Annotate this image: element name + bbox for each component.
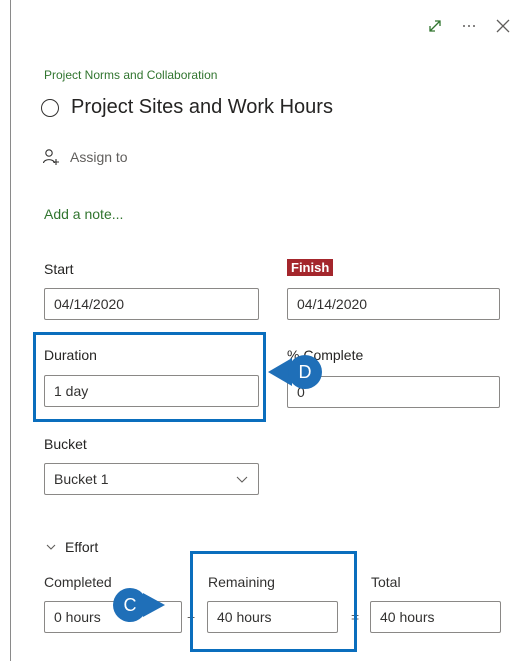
finish-label: Finish bbox=[287, 259, 334, 277]
assign-to-label: Assign to bbox=[70, 149, 128, 165]
task-title-row: Project Sites and Work Hours bbox=[41, 96, 333, 119]
start-label: Start bbox=[44, 261, 74, 277]
close-icon[interactable] bbox=[495, 18, 511, 34]
callout-d: D bbox=[266, 355, 322, 389]
task-details-panel: Project Norms and Collaboration Project … bbox=[10, 0, 521, 661]
add-person-icon bbox=[42, 149, 59, 165]
expand-icon[interactable] bbox=[427, 18, 443, 34]
chevron-down-icon bbox=[46, 544, 56, 550]
total-label: Total bbox=[371, 574, 401, 590]
remaining-highlight-box bbox=[190, 551, 357, 652]
callout-c-label: C bbox=[113, 588, 147, 622]
total-hours-input[interactable]: 40 hours bbox=[370, 601, 501, 633]
more-icon[interactable] bbox=[461, 18, 477, 34]
bucket-value: Bucket 1 bbox=[54, 471, 109, 487]
bucket-dropdown[interactable]: Bucket 1 bbox=[44, 463, 259, 495]
finish-date-input[interactable]: 04/14/2020 bbox=[287, 288, 500, 320]
breadcrumb[interactable]: Project Norms and Collaboration bbox=[44, 68, 217, 82]
chevron-down-icon bbox=[236, 476, 248, 483]
assign-to-button[interactable]: Assign to bbox=[42, 148, 128, 166]
finish-badge: Finish bbox=[287, 259, 334, 276]
completed-label: Completed bbox=[44, 574, 112, 590]
add-note-link[interactable]: Add a note... bbox=[44, 206, 123, 222]
callout-c: C bbox=[113, 588, 165, 622]
duration-highlight-box bbox=[33, 332, 266, 422]
start-date-input[interactable]: 04/14/2020 bbox=[44, 288, 259, 320]
effort-label: Effort bbox=[65, 539, 99, 555]
bucket-label: Bucket bbox=[44, 436, 87, 452]
callout-c-pointer bbox=[143, 593, 165, 617]
complete-circle-icon[interactable] bbox=[41, 98, 59, 117]
callout-d-label: D bbox=[288, 355, 322, 389]
header-actions bbox=[427, 18, 511, 34]
task-title[interactable]: Project Sites and Work Hours bbox=[71, 96, 333, 119]
effort-toggle[interactable]: Effort bbox=[45, 539, 98, 555]
